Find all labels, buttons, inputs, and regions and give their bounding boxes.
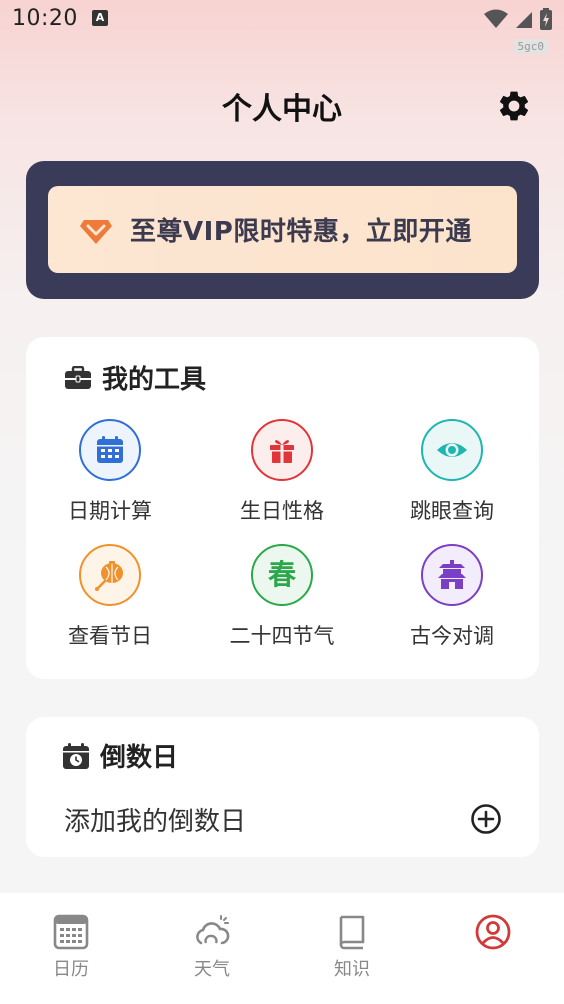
spring-char-icon: 春 [267, 558, 296, 591]
countdown-card: 倒数日 添加我的倒数日 [26, 717, 539, 857]
page-title: 个人中心 [222, 92, 342, 127]
debug-badge: 5gc0 [513, 39, 548, 54]
lantern-icon [95, 561, 123, 591]
pavilion-icon [438, 560, 466, 589]
profile-icon [475, 914, 511, 950]
calendar-icon [97, 436, 123, 463]
nav-item-weather[interactable]: 天气 [142, 913, 282, 981]
tool-circle: 春 [251, 544, 313, 606]
tool-circle [79, 544, 141, 606]
nav-label: 日历 [53, 959, 89, 980]
briefcase-icon [65, 365, 91, 389]
tool-label: 生日性格 [240, 499, 324, 523]
gift-icon [270, 440, 294, 463]
calendar-clock-icon [63, 742, 89, 769]
tool-label: 古今对调 [410, 624, 494, 648]
tool-ancient-modern[interactable]: 古今对调 [367, 544, 537, 650]
tools-header: 我的工具 [64, 359, 206, 396]
tool-label: 查看节日 [68, 624, 152, 648]
vip-card: 至尊VIP限时特惠，立即开通 [26, 161, 539, 299]
tool-solar-terms[interactable]: 春 二十四节气 [197, 544, 367, 650]
tool-label: 跳眼查询 [410, 499, 494, 523]
status-time: 10:20 [12, 6, 78, 31]
countdown-header: 倒数日 [62, 737, 178, 774]
nav-label: 天气 [194, 959, 230, 980]
vip-banner[interactable]: 至尊VIP限时特惠，立即开通 [48, 186, 517, 273]
signal-icon [516, 12, 532, 28]
tool-label: 日期计算 [68, 499, 152, 523]
tool-circle [251, 419, 313, 481]
gear-icon[interactable] [496, 88, 532, 124]
battery-icon [540, 8, 552, 30]
status-bar: 10:20 A [0, 0, 564, 40]
book-icon [339, 915, 365, 950]
nav-label: 知识 [334, 959, 370, 980]
bottom-nav: 日历 天气 知识 [0, 893, 564, 1004]
eye-icon [437, 443, 467, 457]
wifi-icon [484, 9, 508, 28]
tool-circle [79, 419, 141, 481]
tool-date-calc[interactable]: 日期计算 [25, 419, 195, 525]
tool-birthday-personality[interactable]: 生日性格 [197, 419, 367, 525]
status-icons [484, 8, 552, 30]
tools-title: 我的工具 [102, 365, 207, 395]
tool-festivals[interactable]: 查看节日 [25, 544, 195, 650]
tools-card: 我的工具 日期计算 生日性格 跳眼查询 查看节日 春 二十四节气 古今对调 [26, 337, 539, 679]
nav-item-profile[interactable] [423, 913, 563, 955]
vip-diamond-icon [80, 219, 112, 244]
tool-circle [421, 419, 483, 481]
tool-circle [421, 544, 483, 606]
tool-label: 二十四节气 [229, 624, 335, 648]
countdown-title: 倒数日 [100, 743, 179, 773]
tool-eye-twitch[interactable]: 跳眼查询 [367, 419, 537, 525]
calendar-grid-icon [53, 914, 89, 950]
add-countdown-label[interactable]: 添加我的倒数日 [64, 801, 246, 838]
nav-item-calendar[interactable]: 日历 [1, 913, 141, 981]
add-circle-icon[interactable] [470, 803, 502, 835]
notification-icon: A [92, 10, 108, 26]
weather-icon [196, 915, 230, 945]
nav-item-knowledge[interactable]: 知识 [282, 913, 422, 981]
vip-text: 至尊VIP限时特惠，立即开通 [130, 217, 472, 247]
